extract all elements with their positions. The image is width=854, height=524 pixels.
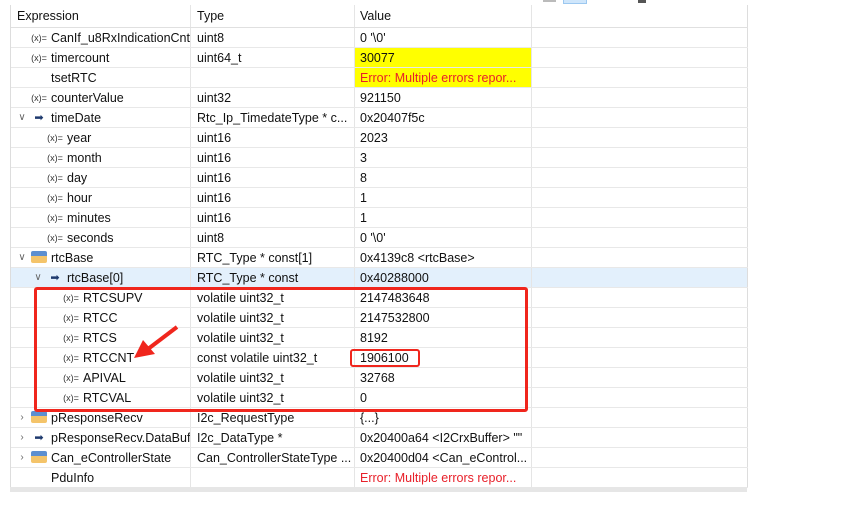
annotation-arrow-icon bbox=[134, 325, 179, 358]
